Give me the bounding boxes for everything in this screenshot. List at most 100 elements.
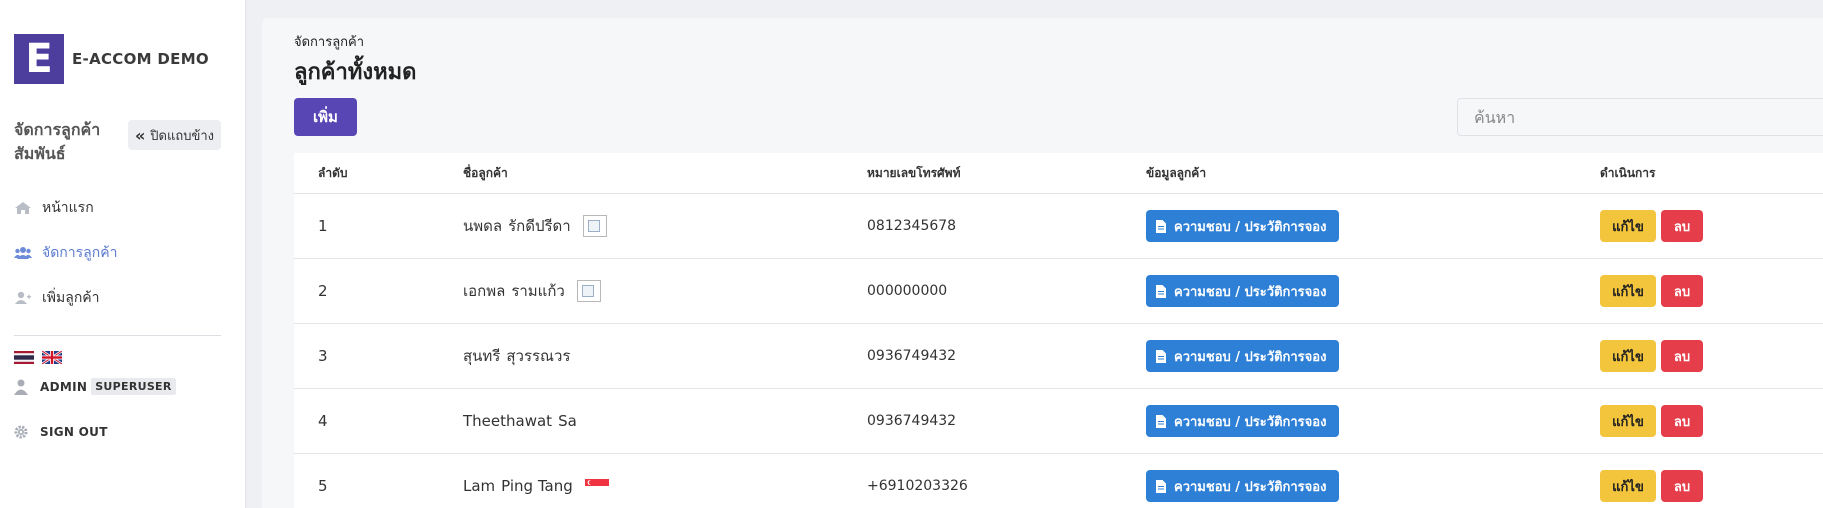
delete-button[interactable]: ลบ [1661,210,1703,242]
double-chevron-left-icon: « [134,125,146,145]
document-icon [1156,349,1166,363]
broken-image-icon [582,215,607,237]
phone-number: 0936749432 [867,348,957,364]
preferences-history-label: ความชอบ / ประวัติการจอง [1174,349,1327,365]
actions-cell: แก้ไข ลบ [1600,470,1703,502]
first-name: Theethawat [463,412,553,430]
phone-number: +6910203326 [867,478,968,494]
preferences-history-label: ความชอบ / ประวัติการจอง [1174,284,1327,300]
phone-number: 0936749432 [867,413,957,429]
customer-name: เอกพล รามแก้ว [463,279,601,303]
page-title: ลูกค้าทั้งหมด [294,60,417,85]
edit-button[interactable]: แก้ไข [1600,210,1656,242]
th-flag-icon[interactable] [14,351,34,364]
phone-number: 0812345678 [867,218,957,234]
last-name: รามแก้ว [511,282,565,300]
last-name: สุวรรณวร [506,347,571,365]
preferences-history-button[interactable]: ความชอบ / ประวัติการจอง [1146,275,1340,307]
first-name: เอกพล [463,282,506,300]
customer-name: Theethawat Sa [463,412,577,430]
brand-logo: E [14,34,64,84]
sidebar-item-home[interactable]: หน้าแรก [14,197,94,219]
table-row: 1 นพดล รักดีปรีดา 0812345678 ความชอบ / ป… [294,194,1823,259]
sidebar-item-label: หน้าแรก [42,200,94,216]
first-name: สุนทรี [463,347,501,365]
header-no: ลำดับ [318,165,348,180]
main-panel: จัดการลูกค้า ลูกค้าทั้งหมด เพิ่ม ลำดับ ช… [262,18,1823,508]
document-icon [1156,284,1166,298]
preferences-history-button[interactable]: ความชอบ / ประวัติการจอง [1146,470,1340,502]
search-input[interactable] [1457,98,1823,136]
document-icon [1156,219,1166,233]
user-icon [14,379,28,395]
collapse-sidebar-button[interactable]: « ปิดแถบข้าง [128,120,221,150]
actions-cell: แก้ไข ลบ [1600,405,1703,437]
preferences-history-label: ความชอบ / ประวัติการจอง [1174,219,1327,235]
preferences-history-label: ความชอบ / ประวัติการจอง [1174,479,1327,495]
header-info: ข้อมูลลูกค้า [1146,165,1207,180]
brand[interactable]: E E-ACCOM DEMO [14,34,209,84]
sign-out-button[interactable]: SIGN OUT [14,425,108,439]
sidebar-item-customers[interactable]: จัดการลูกค้า [14,242,117,264]
brand-name: E-ACCOM DEMO [72,50,209,68]
broken-image-icon [576,280,601,302]
customer-name: Lam Ping Tang [463,477,609,495]
phone-number: 000000000 [867,283,948,299]
users-icon [14,247,32,259]
add-customer-button[interactable]: เพิ่ม [294,98,357,136]
singapore-flag-icon [584,479,609,493]
sign-out-label: SIGN OUT [40,425,108,439]
document-icon [1156,479,1166,493]
edit-button[interactable]: แก้ไข [1600,275,1656,307]
gear-icon [14,425,28,439]
preferences-history-label: ความชอบ / ประวัติการจอง [1174,414,1327,430]
info-cell: ความชอบ / ประวัติการจอง [1146,210,1340,242]
first-name: Lam [463,477,496,495]
language-switcher [14,351,62,364]
delete-button[interactable]: ลบ [1661,275,1703,307]
document-icon [1156,414,1166,428]
sidebar-item-add-customer[interactable]: เพิ่มลูกค้า [14,287,100,309]
sidebar-divider [14,335,221,336]
delete-button[interactable]: ลบ [1661,405,1703,437]
row-number: 4 [318,412,328,430]
customer-name: สุนทรี สุวรรณวร [463,344,570,368]
first-name: นพดล [463,217,503,235]
table-row: 5 Lam Ping Tang +6910203326 ความชอบ / ปร… [294,454,1823,508]
info-cell: ความชอบ / ประวัติการจอง [1146,470,1340,502]
customer-name: นพดล รักดีปรีดา [463,214,607,238]
row-number: 1 [318,217,328,235]
actions-cell: แก้ไข ลบ [1600,275,1703,307]
edit-button[interactable]: แก้ไข [1600,470,1656,502]
last-name: Sa [558,412,577,430]
sidebar-item-label: เพิ่มลูกค้า [42,290,100,306]
edit-button[interactable]: แก้ไข [1600,405,1656,437]
preferences-history-button[interactable]: ความชอบ / ประวัติการจอง [1146,340,1340,372]
table-header: ลำดับ ชื่อลูกค้า หมายเลขโทรศัพท์ ข้อมูลล… [294,153,1823,194]
row-number: 2 [318,282,328,300]
user-name: ADMIN [40,379,88,394]
info-cell: ความชอบ / ประวัติการจอง [1146,340,1340,372]
sidebar-item-label: จัดการลูกค้า [42,245,118,261]
preferences-history-button[interactable]: ความชอบ / ประวัติการจอง [1146,210,1340,242]
sidebar: E E-ACCOM DEMO จัดการลูกค้าสัมพันธ์ « ปิ… [0,0,246,508]
breadcrumb[interactable]: จัดการลูกค้า [294,31,364,52]
last-name: รักดีปรีดา [508,217,571,235]
last-name: Ping Tang [501,477,573,495]
preferences-history-button[interactable]: ความชอบ / ประวัติการจอง [1146,405,1340,437]
info-cell: ความชอบ / ประวัติการจอง [1146,405,1340,437]
home-icon [15,202,31,214]
user-role-badge: SUPERUSER [91,378,176,395]
table-row: 4 Theethawat Sa 0936749432 ความชอบ / ประ… [294,389,1823,454]
collapse-sidebar-label: ปิดแถบข้าง [150,128,215,144]
row-number: 5 [318,477,328,495]
uk-flag-icon[interactable] [42,351,62,364]
actions-cell: แก้ไข ลบ [1600,210,1703,242]
info-cell: ความชอบ / ประวัติการจอง [1146,275,1340,307]
edit-button[interactable]: แก้ไข [1600,340,1656,372]
header-actions: ดำเนินการ [1600,165,1656,180]
delete-button[interactable]: ลบ [1661,470,1703,502]
table-row: 3 สุนทรี สุวรรณวร 0936749432 ความชอบ / ป… [294,324,1823,389]
delete-button[interactable]: ลบ [1661,340,1703,372]
actions-cell: แก้ไข ลบ [1600,340,1703,372]
